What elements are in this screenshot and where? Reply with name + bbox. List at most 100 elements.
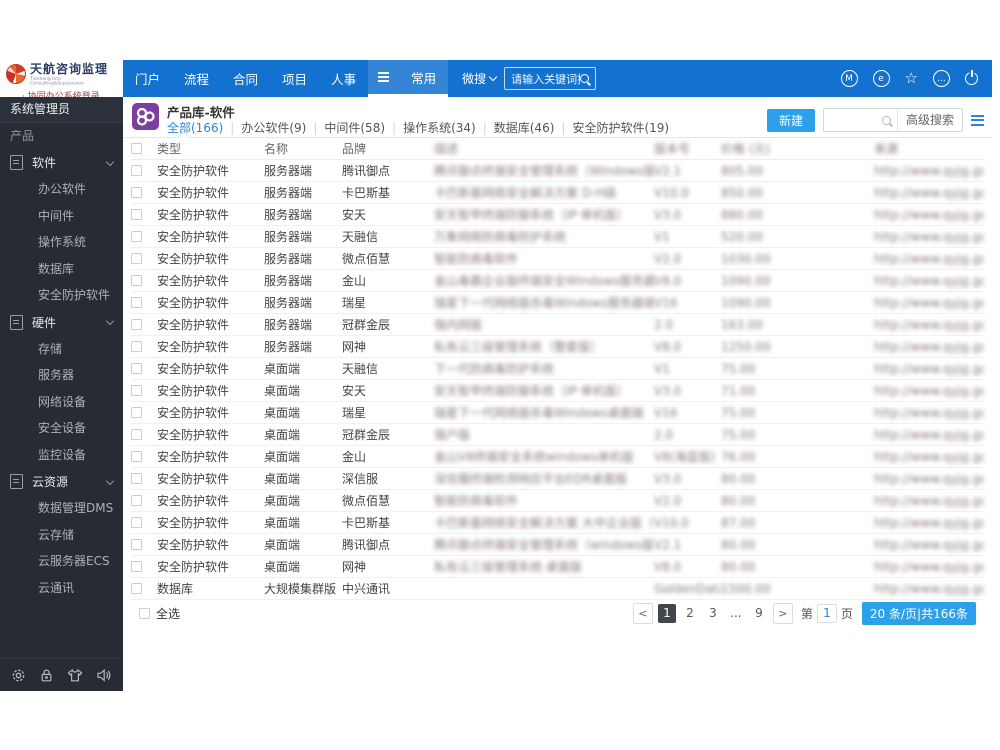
page-prev-button[interactable]: < xyxy=(632,603,653,624)
table-row[interactable]: 安全防护软件 桌面端 瑞星 瑞星下一代网络版杀毒Windows桌面端 V16 75.00 h… xyxy=(131,402,984,424)
table-row[interactable]: 安全防护软件 服务器端 网神 私有云三级管理系统（整套版） V8.0 1250.00 htt… xyxy=(131,336,984,358)
table-row[interactable]: 安全防护软件 桌面端 安天 安天智甲终端防御系统（IP·单机版） V3.0 71.00 ht… xyxy=(131,380,984,402)
row-checkbox[interactable] xyxy=(131,209,142,220)
table-row[interactable]: 安全防护软件 桌面端 网神 私有云三级管理系统·桌面版 V8.0 80.00 http://… xyxy=(131,556,984,578)
row-checkbox[interactable] xyxy=(131,583,142,594)
sidebar-item[interactable]: 中间件 xyxy=(0,203,123,230)
nav-item[interactable]: 人事 xyxy=(319,60,368,97)
sidebar-item[interactable]: 安全防护软件 xyxy=(0,282,123,309)
nav-item[interactable]: 流程 xyxy=(172,60,221,97)
more-options-icon[interactable]: ... xyxy=(933,70,950,87)
cell-price: 1500.00 xyxy=(721,581,771,596)
tab-5[interactable]: 数据库(46) xyxy=(494,119,555,136)
list-view-icon[interactable] xyxy=(971,114,984,126)
row-checkbox[interactable] xyxy=(131,363,142,374)
sidebar-item[interactable]: 云通讯 xyxy=(0,575,123,602)
sidebar-item[interactable]: 网络设备 xyxy=(0,389,123,416)
tab-2[interactable]: 办公软件(9) xyxy=(241,119,306,136)
table-row[interactable]: 安全防护软件 服务器端 天融信 万象网络防病毒防护系统 V1 520.00 http://w… xyxy=(131,226,984,248)
nav-item[interactable]: 项目 xyxy=(270,60,319,97)
power-logout-icon[interactable] xyxy=(965,72,978,85)
nav-item-common[interactable]: 常用 xyxy=(399,60,448,94)
table-row[interactable]: 安全防护软件 服务器端 腾讯御点 腾讯御点终端安全管理系统（Windows版） V2.1… xyxy=(131,160,984,182)
select-all-control[interactable]: 全选 xyxy=(139,605,180,622)
settings-gear-icon[interactable] xyxy=(11,668,26,683)
nav-menu-icon[interactable] xyxy=(368,60,399,94)
filter-search-input[interactable] xyxy=(824,109,876,131)
row-checkbox[interactable] xyxy=(131,473,142,484)
row-checkbox[interactable] xyxy=(131,407,142,418)
row-checkbox[interactable] xyxy=(131,385,142,396)
sidebar-item[interactable]: 数据库 xyxy=(0,256,123,283)
table-row[interactable]: 安全防护软件 桌面端 卡巴斯基 卡巴斯基网络安全解决方案 大中企业版（部分·KIS）V… xyxy=(131,512,984,534)
row-checkbox[interactable] xyxy=(131,165,142,176)
page-jump-input[interactable]: 1 xyxy=(816,604,837,623)
page-size-badge[interactable]: 20 条/页|共166条 xyxy=(861,602,976,625)
table-row[interactable]: 安全防护软件 服务器端 微点佰慧 智能防病毒软件 V2.0 1030.00 http://w… xyxy=(131,248,984,270)
page-number-button[interactable]: 3 xyxy=(704,604,722,623)
table-row[interactable]: 安全防护软件 服务器端 安天 安天智甲终端防御系统（IP·单机版） V3.0 880.00… xyxy=(131,204,984,226)
feedback-icon[interactable]: e xyxy=(872,70,890,87)
table-row[interactable]: 安全防护软件 桌面端 冠群金辰 强户版 2.0 75.00 http://www.qyjg.… xyxy=(131,424,984,446)
row-checkbox[interactable] xyxy=(131,495,142,506)
search-icon[interactable] xyxy=(580,74,590,83)
row-checkbox[interactable] xyxy=(131,429,142,440)
select-all-checkbox[interactable] xyxy=(139,608,150,619)
sidebar-item[interactable]: 服务器 xyxy=(0,362,123,389)
sidebar-item[interactable]: 监控设备 xyxy=(0,442,123,469)
advanced-search-button[interactable]: 高级搜索 xyxy=(896,109,962,131)
sidebar-group-header[interactable]: 硬件 xyxy=(0,309,123,336)
page-next-button[interactable]: > xyxy=(772,603,793,624)
table-row[interactable]: 安全防护软件 桌面端 天融信 下一代防病毒防护系统 V1 75.00 http://www.… xyxy=(131,358,984,380)
tab-1[interactable]: 全部(166) xyxy=(167,119,223,136)
tab-4[interactable]: 操作系统(34) xyxy=(403,119,476,136)
row-checkbox[interactable] xyxy=(131,231,142,242)
header-checkbox[interactable] xyxy=(131,143,142,154)
row-checkbox[interactable] xyxy=(131,561,142,572)
global-search-input[interactable]: 请输入关键词搜索 xyxy=(504,67,597,90)
row-checkbox[interactable] xyxy=(131,517,142,528)
filter-search-icon[interactable] xyxy=(881,115,891,125)
sidebar-item[interactable]: 数据管理DMS xyxy=(0,495,123,522)
m-badge-icon[interactable]: M xyxy=(840,70,858,87)
row-checkbox[interactable] xyxy=(131,319,142,330)
page-number-button[interactable]: 9 xyxy=(750,604,768,623)
table-row[interactable]: 安全防护软件 桌面端 金山 金山V8终端安全系统windows单机版 V8(海蓝版) 76… xyxy=(131,446,984,468)
table-row[interactable]: 安全防护软件 服务器端 瑞星 瑞星下一代网络版杀毒Windows服务器端 V16 1090… xyxy=(131,292,984,314)
nav-item[interactable]: 合同 xyxy=(221,60,270,97)
row-checkbox[interactable] xyxy=(131,451,142,462)
favorite-star-icon[interactable]: ☆ xyxy=(905,71,918,86)
page-number-button[interactable]: 1 xyxy=(657,604,676,623)
sidebar-group-header[interactable]: 云资源 xyxy=(0,468,123,495)
row-checkbox[interactable] xyxy=(131,253,142,264)
tab-3[interactable]: 中间件(58) xyxy=(324,119,385,136)
tab-6[interactable]: 安全防护软件(19) xyxy=(572,119,669,136)
sidebar-group-header[interactable]: 软件 xyxy=(0,149,123,176)
row-checkbox[interactable] xyxy=(131,187,142,198)
table-row[interactable]: 安全防护软件 服务器端 冠群金辰 强内网版 2.0 163.00 http://www.qy… xyxy=(131,314,984,336)
table-row[interactable]: 数据库 大规模集群版中兴通讯 GoldenData s...1500.00 http:… xyxy=(131,578,984,600)
table-row[interactable]: 安全防护软件 桌面端 微点佰慧 智能防病毒软件 V2.0 80.00 http://www.… xyxy=(131,490,984,512)
table-row[interactable]: 安全防护软件 桌面端 深信服 深信服终端检测响应平台EDR桌面版 V3.0 80.00 ht… xyxy=(131,468,984,490)
row-checkbox[interactable] xyxy=(131,539,142,550)
table-row[interactable]: 安全防护软件 桌面端 腾讯御点 腾讯御点终端安全管理系统（windows版）·V2.1… xyxy=(131,534,984,556)
row-checkbox[interactable] xyxy=(131,341,142,352)
wesearch-dropdown[interactable]: 微搜 xyxy=(462,60,498,97)
volume-speaker-icon[interactable] xyxy=(96,668,112,683)
theme-shirt-icon[interactable] xyxy=(67,668,83,683)
table-row[interactable]: 安全防护软件 服务器端 金山 金山毒霸企业版终端安全Windows服务器版 V8.0 10… xyxy=(131,270,984,292)
nav-item[interactable]: 门户 xyxy=(123,60,172,97)
table-row[interactable]: 安全防护软件 服务器端 卡巴斯基 卡巴斯基网络安全解决方案 D-H级 V10.0 850.… xyxy=(131,182,984,204)
sidebar-item[interactable]: 操作系统 xyxy=(0,229,123,256)
lock-icon[interactable] xyxy=(39,668,54,683)
row-checkbox[interactable] xyxy=(131,297,142,308)
sidebar-item[interactable]: 存储 xyxy=(0,336,123,363)
sidebar-item[interactable]: 办公软件 xyxy=(0,176,123,203)
sidebar-item[interactable]: 安全设备 xyxy=(0,415,123,442)
row-checkbox[interactable] xyxy=(131,275,142,286)
sidebar-item[interactable]: 云存储 xyxy=(0,522,123,549)
sidebar-category-product[interactable]: 产品 xyxy=(0,123,123,149)
page-number-button[interactable]: 2 xyxy=(681,604,699,623)
new-button[interactable]: 新建 xyxy=(766,108,815,132)
sidebar-item[interactable]: 云服务器ECS xyxy=(0,548,123,575)
